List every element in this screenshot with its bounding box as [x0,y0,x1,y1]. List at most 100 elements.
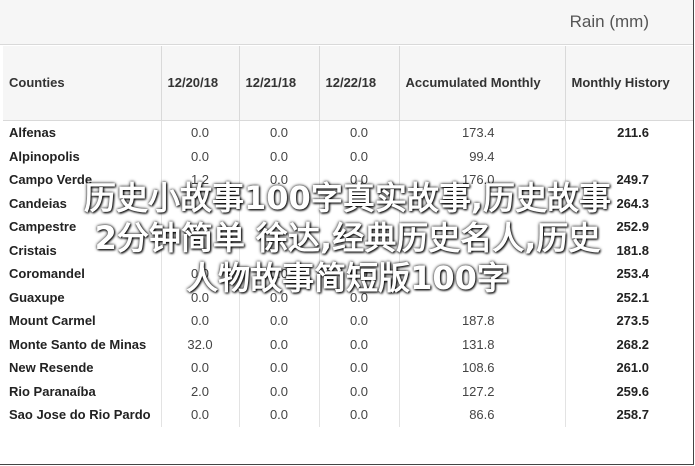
table-row: Sao Jose do Rio Pardo 0.0 0.0 0.0 86.6 2… [3,403,693,427]
cell-history: 252.9 [616,219,649,235]
cell-date-3: 0.0 [319,379,400,403]
rain-table: Counties 12/20/18 12/21/18 12/22/18 Accu… [3,46,693,427]
cell-county: Monte Santo de Minas [3,332,162,356]
cell-county: Alpinopolis [3,144,162,168]
cell-county: Alfenas [3,120,162,145]
cell-accumulated: 86.6 [399,403,566,427]
cell-history: 249.7 [616,172,649,188]
table-row: Guaxupe 0.0 0.0 0.0 252.1 [3,285,693,309]
table-row: Campestre 252.9 [3,215,693,239]
cell-date-2: 0.0 [239,403,320,427]
cell-accumulated: 99.4 [399,144,566,168]
cell-county: Coromandel [3,262,162,286]
cell-accumulated [399,285,566,309]
cell-date-3: 0.0 [319,168,400,192]
table-row: Coromandel 0.0 0.0 0.0 253.4 [3,262,693,286]
cell-county: Guaxupe [3,285,162,309]
rain-table-widget: Rain (mm) Counties 12/20/18 12/21/18 12/… [0,0,694,465]
cell-date-3: 0.0 [319,144,400,168]
cell-county: Candeias [3,191,162,215]
cell-accumulated: 176.0 [399,168,566,192]
cell-date-3 [319,191,400,215]
column-header-monthly-history[interactable]: Monthly History [565,46,693,121]
table-row: Rio Paranaíba 2.0 0.0 0.0 127.2 259.6 [3,379,693,403]
cell-date-3 [319,238,400,262]
cell-history: 181.8 [616,242,649,258]
table-row: Candeias 264.3 [3,191,693,215]
cell-history [565,145,693,169]
cell-date-2: 0.0 [239,356,320,380]
column-header-counties[interactable]: Counties [3,46,162,121]
cell-history: 211.6 [617,125,649,141]
cell-history: 273.5 [616,313,649,329]
cell-county: Rio Paranaíba [3,379,162,403]
cell-date-1 [161,238,240,262]
cell-county: Sao Jose do Rio Pardo [3,403,162,427]
cell-accumulated [399,215,566,239]
cell-date-1: 0.0 [161,262,240,286]
cell-accumulated: 173.4 [399,120,566,145]
cell-history: 264.3 [616,195,649,211]
column-header-accumulated-monthly[interactable]: Accumulated Monthly [399,46,566,121]
cell-accumulated [399,191,566,215]
column-header-date-1[interactable]: 12/20/18 [161,46,240,121]
cell-accumulated: 187.8 [399,309,566,333]
cell-accumulated: 131.8 [399,332,566,356]
table-row: Cristais 181.8 [3,238,693,262]
column-header-date-3[interactable]: 12/22/18 [319,46,400,121]
table-row: Alpinopolis 0.0 0.0 0.0 99.4 [3,144,693,169]
table-row: New Resende 0.0 0.0 0.0 108.6 261.0 [3,356,693,380]
cell-accumulated [399,238,566,262]
cell-date-1: 0.0 [161,120,240,145]
cell-date-1 [161,191,240,215]
cell-county: New Resende [3,356,162,380]
cell-history: 258.7 [616,407,649,423]
cell-date-1: 32.0 [161,332,240,356]
cell-date-1: 1.2 [161,168,240,192]
cell-date-1: 0.0 [161,356,240,380]
cell-date-3: 0.0 [319,403,400,427]
cell-date-3 [319,215,400,239]
table-body: Alfenas 0.0 0.0 0.0 173.4 211.6 Alpinopo… [3,120,693,427]
cell-date-1: 0.0 [161,285,240,309]
cell-date-2: 0.0 [239,262,320,286]
cell-date-1: 0.0 [161,403,240,427]
rain-header: Rain (mm) [0,0,693,45]
cell-date-2: 0.0 [239,379,320,403]
cell-date-2: 0.0 [239,309,320,333]
cell-date-3: 0.0 [319,356,400,380]
cell-history: 252.1 [616,289,649,305]
cell-history: 253.4 [616,266,649,282]
cell-date-2 [239,215,320,239]
cell-date-1: 2.0 [161,379,240,403]
table-row: Alfenas 0.0 0.0 0.0 173.4 211.6 [3,120,693,145]
cell-date-2 [239,191,320,215]
table-row: Monte Santo de Minas 32.0 0.0 0.0 131.8 … [3,332,693,356]
cell-accumulated [399,262,566,286]
rain-header-title: Rain (mm) [569,12,649,31]
cell-county: Campo Verde [3,168,162,192]
table-header-row: Counties 12/20/18 12/21/18 12/22/18 Accu… [3,46,693,121]
cell-date-2 [239,238,320,262]
cell-history: 259.6 [616,383,649,399]
cell-date-2: 0.0 [239,168,320,192]
cell-date-3: 0.0 [319,285,400,309]
cell-date-1: 0.0 [161,309,240,333]
cell-county: Cristais [3,238,162,262]
cell-accumulated: 127.2 [399,379,566,403]
cell-accumulated: 108.6 [399,356,566,380]
cell-date-3: 0.0 [319,332,400,356]
cell-date-1: 0.0 [161,144,240,168]
cell-date-1 [161,215,240,239]
cell-county: Mount Carmel [3,309,162,333]
column-header-date-2[interactable]: 12/21/18 [239,46,320,121]
cell-history: 268.2 [616,336,649,352]
cell-date-2: 0.0 [239,285,320,309]
cell-date-2: 0.0 [239,144,320,168]
cell-date-2: 0.0 [239,120,320,145]
cell-date-3: 0.0 [319,309,400,333]
cell-date-3: 0.0 [319,262,400,286]
cell-history: 261.0 [616,360,649,376]
cell-county: Campestre [3,215,162,239]
cell-date-2: 0.0 [239,332,320,356]
